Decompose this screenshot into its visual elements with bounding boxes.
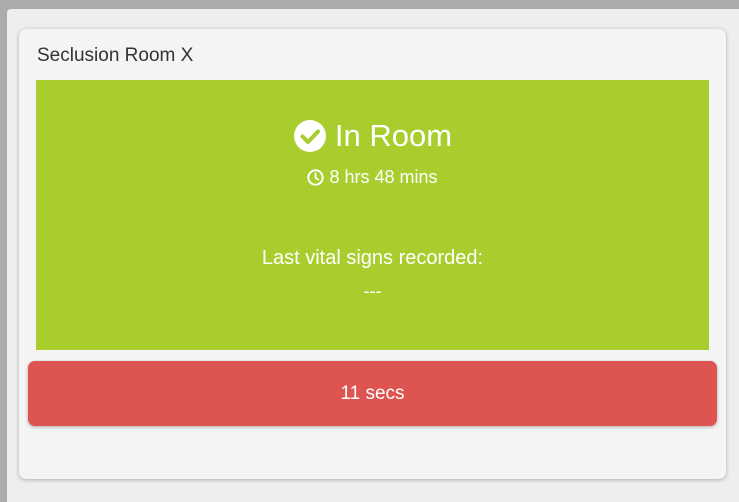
status-row: In Room (36, 116, 709, 156)
page-background: Seclusion Room X In Room 8 hrs 48 mins L… (7, 9, 739, 502)
status-panel: In Room 8 hrs 48 mins Last vital signs r… (36, 80, 709, 350)
clock-icon (307, 168, 325, 186)
duration-row: 8 hrs 48 mins (36, 165, 709, 189)
vitals-value: --- (363, 281, 382, 301)
duration-text: 8 hrs 48 mins (329, 167, 438, 187)
vitals-label: Last vital signs recorded: (261, 247, 484, 269)
check-circle-icon (293, 120, 326, 152)
timer-button[interactable]: 11 secs (28, 361, 717, 426)
status-label: In Room (334, 118, 453, 153)
seclusion-room-card: Seclusion Room X In Room 8 hrs 48 mins L… (19, 29, 726, 479)
card-title: Seclusion Room X (37, 45, 194, 66)
